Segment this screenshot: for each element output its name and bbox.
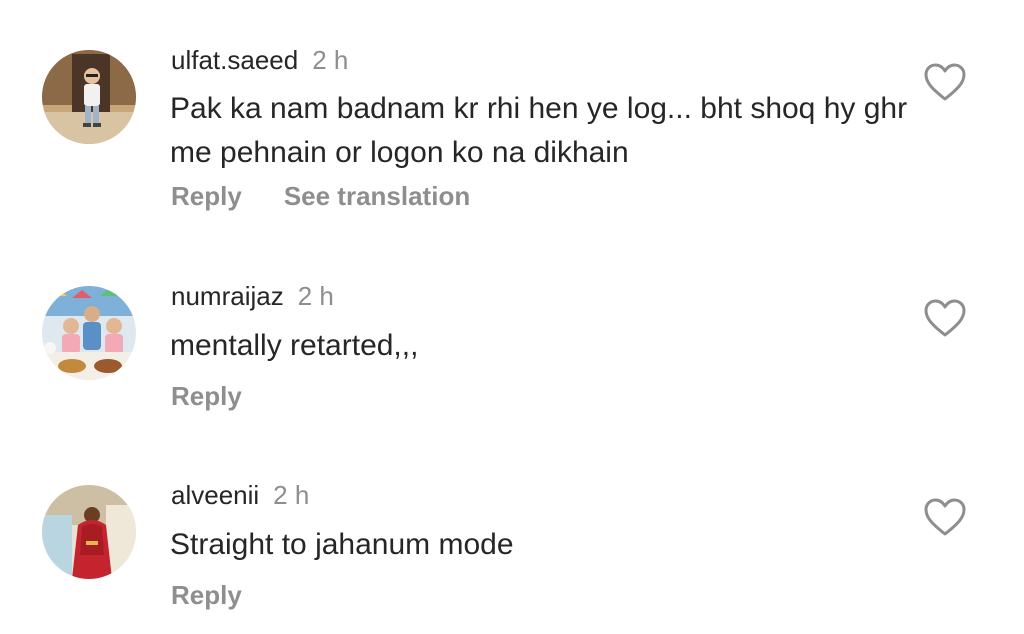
heart-outline-icon[interactable]: [923, 298, 967, 338]
heart-outline-icon[interactable]: [923, 497, 967, 537]
avatar[interactable]: [42, 286, 136, 380]
comment-meta: ulfat.saeed 2 h: [171, 44, 348, 76]
heart-outline-icon[interactable]: [923, 62, 967, 102]
avatar[interactable]: [42, 50, 136, 144]
timestamp: 2 h: [273, 480, 310, 510]
reply-button[interactable]: Reply: [171, 181, 242, 211]
comment-meta: numraijaz 2 h: [171, 280, 334, 312]
avatar[interactable]: [42, 485, 136, 579]
timestamp: 2 h: [312, 45, 349, 75]
comment-actions: Reply: [171, 380, 242, 412]
timestamp: 2 h: [297, 281, 334, 311]
comment-text: mentally retarted,,,: [170, 329, 419, 362]
username[interactable]: numraijaz: [171, 281, 284, 311]
username[interactable]: alveenii: [171, 480, 259, 510]
comment-actions: Reply See translation: [171, 180, 470, 212]
comment-text: Straight to jahanum mode: [170, 528, 514, 561]
username[interactable]: ulfat.saeed: [171, 45, 298, 75]
comment-meta: alveenii 2 h: [171, 479, 309, 511]
comment-text: Pak ka nam badnam kr rhi hen ye log... b…: [170, 92, 908, 169]
reply-button[interactable]: Reply: [171, 381, 242, 411]
comment-actions: Reply: [171, 579, 242, 611]
see-translation-button[interactable]: See translation: [284, 181, 470, 211]
reply-button[interactable]: Reply: [171, 580, 242, 610]
